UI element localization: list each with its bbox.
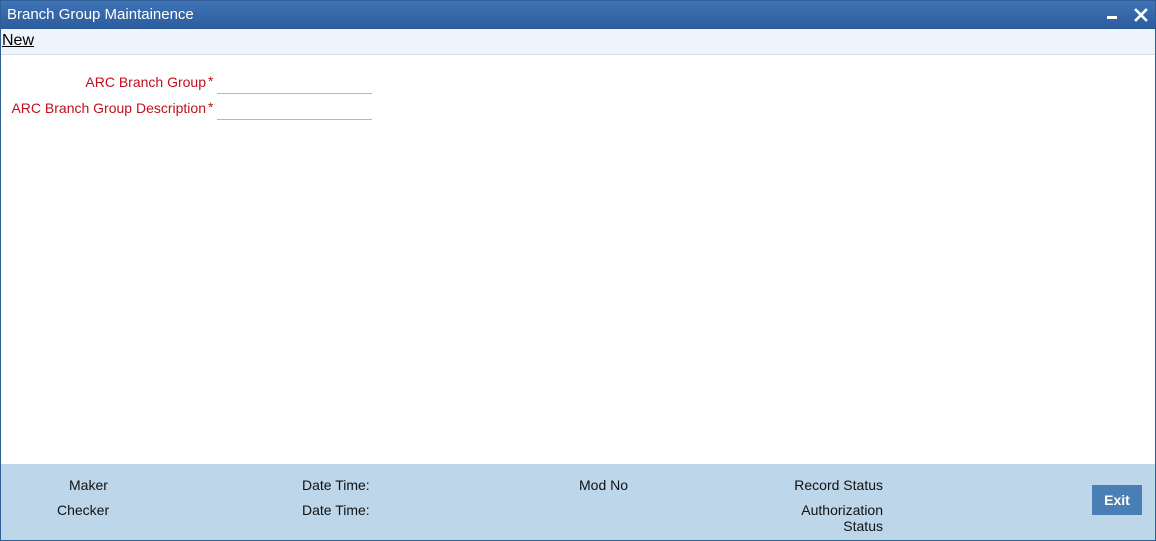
- audit-footer: Maker Checker Date Time: Date Time: Mod …: [1, 464, 1155, 540]
- minimize-icon[interactable]: [1103, 5, 1123, 25]
- checker-date-time-label: Date Time:: [302, 502, 370, 518]
- close-icon[interactable]: [1131, 5, 1151, 25]
- maker-label: Maker: [69, 477, 108, 493]
- branch-group-desc-input[interactable]: [217, 99, 372, 120]
- maker-date-time-label: Date Time:: [302, 477, 370, 493]
- new-button[interactable]: New: [2, 32, 34, 50]
- branch-group-desc-row: ARC Branch Group Description *: [1, 99, 401, 123]
- authorization-status-label-line1: Authorization: [801, 502, 883, 518]
- record-status-label: Record Status: [794, 477, 883, 493]
- toolbar: New: [1, 29, 1155, 55]
- required-marker: *: [208, 73, 214, 89]
- exit-button[interactable]: Exit: [1092, 485, 1142, 515]
- title-bar: Branch Group Maintainence: [1, 1, 1155, 29]
- branch-group-input[interactable]: [217, 73, 372, 94]
- branch-group-window: Branch Group Maintainence New ARC Branch…: [0, 0, 1156, 541]
- branch-group-label: ARC Branch Group: [85, 74, 206, 90]
- branch-group-desc-label: ARC Branch Group Description: [11, 100, 206, 116]
- authorization-status-label-line2: Status: [843, 518, 883, 534]
- window-title: Branch Group Maintainence: [7, 6, 194, 23]
- required-marker: *: [208, 99, 214, 115]
- mod-no-label: Mod No: [579, 477, 629, 493]
- checker-label: Checker: [57, 502, 110, 518]
- branch-group-row: ARC Branch Group *: [1, 73, 401, 97]
